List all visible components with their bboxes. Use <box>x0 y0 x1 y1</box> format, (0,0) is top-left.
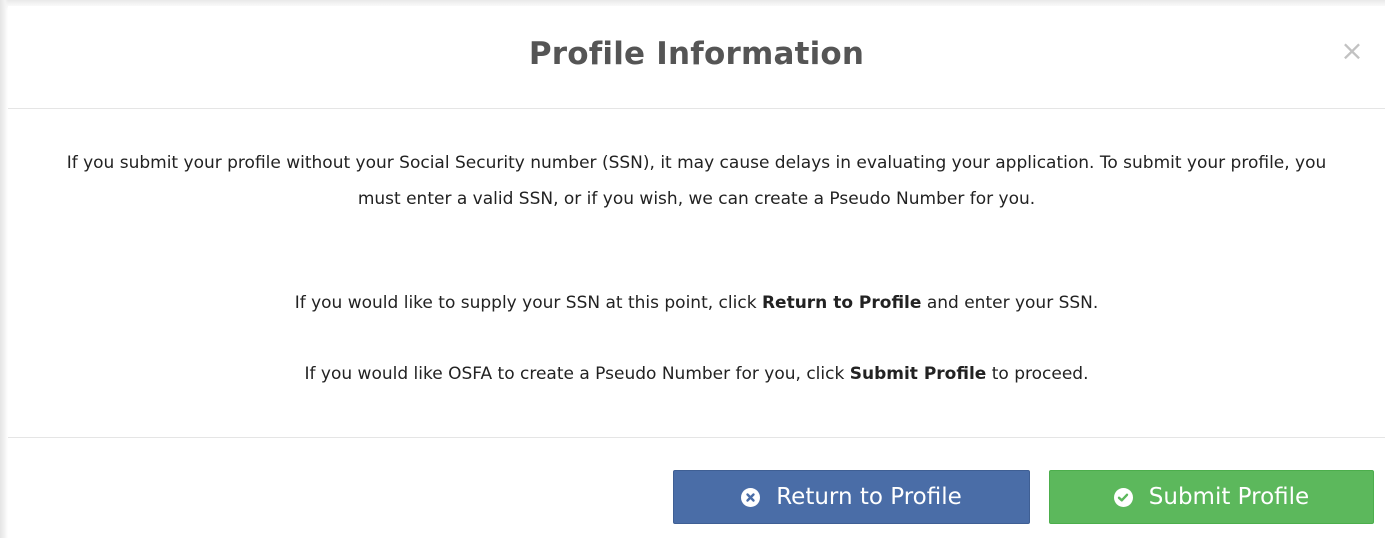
return-to-profile-label: Return to Profile <box>776 484 962 510</box>
submit-instructions-before: If you would like OSFA to create a Pseud… <box>304 364 850 384</box>
page-edge-shadow <box>0 0 8 538</box>
profile-information-modal: Profile Information × If you submit your… <box>8 6 1385 538</box>
submit-instructions-bold: Submit Profile <box>849 364 987 384</box>
close-button[interactable]: × <box>1337 36 1367 66</box>
modal-footer: Return to Profile Submit Profile <box>8 438 1385 538</box>
submit-instructions-after: to proceed. <box>986 364 1089 384</box>
return-instructions-text: If you would like to supply your SSN at … <box>53 285 1340 321</box>
modal-body: If you submit your profile without your … <box>8 109 1385 438</box>
submit-instructions-text: If you would like OSFA to create a Pseud… <box>53 356 1340 392</box>
submit-profile-button[interactable]: Submit Profile <box>1049 470 1374 524</box>
check-circle-icon <box>1113 487 1133 507</box>
return-instructions-after: and enter your SSN. <box>921 293 1099 313</box>
modal-header: Profile Information × <box>8 6 1385 109</box>
submit-profile-label: Submit Profile <box>1148 484 1310 510</box>
modal-title: Profile Information <box>528 36 865 72</box>
times-circle-icon <box>741 487 761 507</box>
ssn-warning-text: If you submit your profile without your … <box>66 153 1327 209</box>
return-instructions-bold: Return to Profile <box>761 293 922 313</box>
return-to-profile-button[interactable]: Return to Profile <box>673 470 1030 524</box>
return-instructions-before: If you would like to supply your SSN at … <box>294 293 762 313</box>
